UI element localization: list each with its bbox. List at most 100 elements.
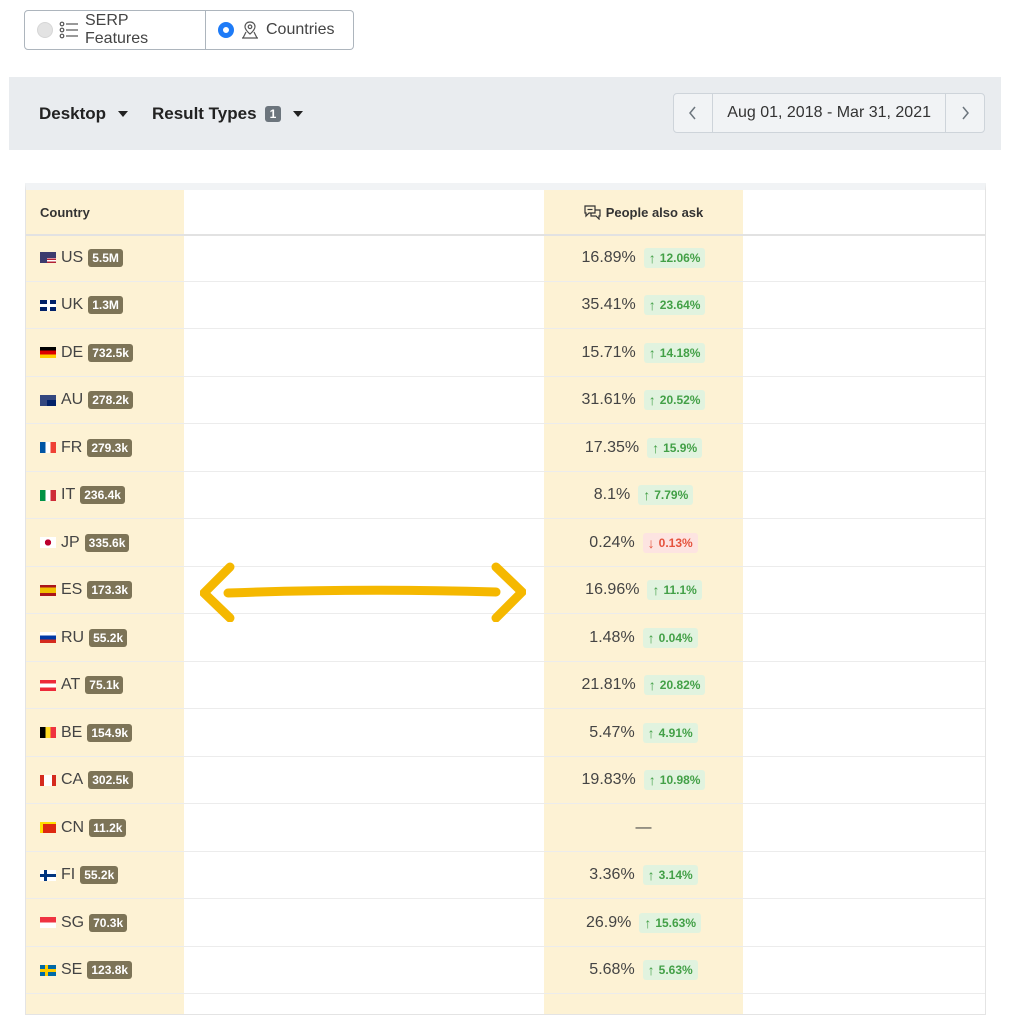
country-code: SE [61, 961, 83, 978]
country-code: SG [61, 913, 85, 931]
paa-value: 3.36% [589, 866, 635, 883]
date-prev-button[interactable] [674, 94, 714, 132]
flag-cn-icon [40, 822, 56, 833]
device-dropdown[interactable]: Desktop [39, 104, 129, 124]
country-code: ES [61, 581, 83, 598]
country-code: CA [61, 771, 84, 788]
arrow-up-icon: ↑ [648, 297, 656, 313]
arrow-down-icon: ↓ [647, 534, 655, 551]
countries-label: Countries [266, 21, 335, 38]
table-row[interactable]: CN 11.2k — [26, 804, 985, 852]
date-range-picker: Aug 01, 2018 - Mar 31, 2021 [673, 93, 985, 133]
paa-value: 8.1% [593, 486, 631, 503]
change-value: 0.04% [658, 630, 693, 645]
flag-us-icon [40, 252, 56, 263]
volume-badge: 335.6k [84, 533, 130, 552]
country-code: RU [61, 628, 85, 646]
table-row[interactable]: UK 1.3M 35.41% ↑ 23.64% [26, 282, 985, 329]
table-row[interactable]: DE 732.5k 15.71% ↑ 14.18% [26, 329, 985, 377]
paa-cell: 21.81% ↑ 20.82% [544, 662, 743, 709]
date-next-button[interactable] [945, 94, 984, 132]
country-code: AU [61, 391, 84, 408]
paa-value: 1.48% [589, 628, 635, 646]
chat-bubbles-icon [584, 204, 601, 220]
paa-cell: 26.9% ↑ 15.63% [544, 899, 743, 946]
paa-cell: 0.24% ↓ 0.13% [544, 519, 743, 566]
flag-ca-icon [40, 774, 56, 786]
change-badge: ↑ 0.04% [642, 627, 698, 648]
change-value: 20.52% [659, 393, 701, 407]
countries-radio[interactable] [218, 22, 234, 38]
paa-value: 19.83% [581, 771, 636, 788]
change-value: 15.9% [663, 440, 698, 455]
volume-badge: 70.3k [89, 913, 128, 932]
table-row[interactable]: SG 70.3k 26.9% ↑ 15.63% [26, 899, 985, 947]
paa-value: 35.41% [581, 296, 636, 313]
table-row[interactable]: JP 335.6k 0.24% ↓ 0.13% [26, 519, 985, 567]
flag-fi-icon [40, 869, 56, 881]
countries-toggle[interactable]: Countries [206, 10, 354, 50]
arrow-up-icon: ↑ [652, 439, 660, 456]
serp-features-toggle[interactable]: SERP Features [24, 10, 206, 50]
table-row[interactable]: AU 278.2k 31.61% ↑ 20.52% [26, 377, 985, 424]
flag-au-icon [40, 394, 56, 406]
flag-it-icon [40, 489, 56, 501]
result-types-dropdown[interactable]: Result Types 1 [152, 104, 304, 124]
table-header: Country People also ask [26, 190, 985, 236]
change-badge: ↑ 15.63% [639, 912, 702, 933]
table-row[interactable]: IT 236.4k 8.1% ↑ 7.79% [26, 472, 985, 519]
table-row[interactable]: BE 154.9k 5.47% ↑ 4.91% [26, 709, 985, 757]
change-value: 11.1% [663, 583, 697, 597]
paa-header-label: People also ask [605, 204, 704, 220]
table-row[interactable]: AT 75.1k 21.81% ↑ 20.82% [26, 662, 985, 709]
paa-cell: 16.96% ↑ 11.1% [544, 567, 743, 614]
arrow-up-icon: ↑ [647, 629, 655, 646]
table-row[interactable]: US 5.5M 16.89% ↑ 12.06% [26, 234, 985, 282]
arrow-shaft [223, 585, 501, 598]
view-toggle: SERP Features Countries [24, 10, 354, 50]
arrow-up-icon: ↑ [648, 249, 656, 266]
country-code: DE [61, 343, 84, 361]
change-value: 20.82% [659, 678, 701, 692]
caret-down-icon [118, 111, 129, 117]
volume-badge: 5.5M [88, 248, 123, 267]
change-badge: ↑ 7.79% [638, 485, 694, 505]
paa-value: 21.81% [581, 676, 636, 693]
country-code: AT [61, 676, 81, 693]
paa-header[interactable]: People also ask [544, 190, 743, 234]
table-row[interactable]: FR 279.3k 17.35% ↑ 15.9% [26, 424, 985, 472]
country-code: FI [61, 866, 76, 883]
change-value: 12.06% [659, 250, 701, 265]
paa-cell: 5.47% ↑ 4.91% [544, 709, 743, 756]
device-dropdown-label: Desktop [39, 104, 107, 123]
change-badge: ↑ 20.82% [643, 675, 706, 695]
paa-value: 5.68% [589, 961, 635, 978]
table-row[interactable]: CA 302.5k 19.83% ↑ 10.98% [26, 757, 985, 804]
chevron-right-icon [962, 106, 969, 120]
volume-badge: 11.2k [89, 818, 127, 837]
double-arrow-annotation [200, 562, 526, 622]
change-badge: ↑ 11.1% [647, 580, 702, 600]
arrow-up-icon: ↑ [648, 677, 656, 693]
change-badge: ↓ 0.13% [642, 532, 698, 553]
country-cell: ES 173.3k [40, 567, 133, 614]
table-row[interactable]: FI 55.2k 3.36% ↑ 3.14% [26, 852, 985, 899]
date-range-text[interactable]: Aug 01, 2018 - Mar 31, 2021 [713, 94, 945, 132]
country-header[interactable]: Country [40, 190, 90, 234]
change-badge: ↑ 4.91% [642, 722, 698, 743]
table-row[interactable]: SE 123.8k 5.68% ↑ 5.63% [26, 947, 985, 994]
change-value: 4.91% [658, 725, 693, 740]
paa-value: 16.96% [585, 581, 640, 598]
change-badge: ↑ 23.64% [643, 295, 706, 315]
paa-value: 16.89% [581, 248, 636, 266]
serp-features-radio[interactable] [37, 22, 53, 38]
country-cell: US 5.5M [40, 234, 123, 281]
paa-value: — [635, 818, 652, 836]
paa-cell: 1.48% ↑ 0.04% [544, 614, 743, 661]
volume-badge: 732.5k [88, 343, 133, 362]
country-code: UK [61, 296, 84, 313]
result-types-count-badge: 1 [264, 106, 282, 122]
volume-badge: 173.3k [87, 581, 133, 599]
change-badge: ↑ 10.98% [643, 770, 706, 790]
map-pin-icon [242, 21, 258, 39]
